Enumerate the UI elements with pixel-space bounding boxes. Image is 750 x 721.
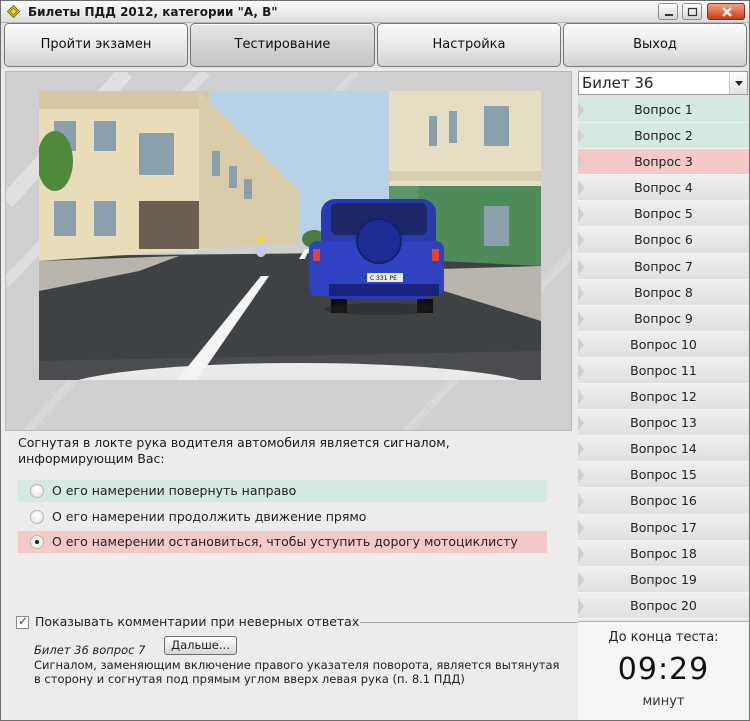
minimize-icon	[665, 14, 673, 16]
maximize-button[interactable]	[682, 3, 702, 20]
sidebar-item-question-9[interactable]: Вопрос 9	[578, 305, 749, 332]
comment-line-1: Сигналом, заменяющим включение правого у…	[34, 658, 560, 672]
timer-label: До конца теста:	[608, 630, 719, 645]
settings-button[interactable]: Настройка	[377, 23, 561, 67]
question-line-2: информирующим Вас:	[18, 451, 165, 466]
radio-icon[interactable]	[30, 484, 44, 498]
close-button[interactable]	[707, 3, 745, 20]
sidebar-item-question-10[interactable]: Вопрос 10	[578, 331, 749, 358]
question-text: Согнутая в локте рука водителя автомобил…	[18, 435, 558, 467]
app-diamond-icon	[7, 5, 20, 18]
timer-value: 09:29	[617, 652, 710, 687]
answer-option-1[interactable]: О его намерении повернуть направо	[18, 480, 547, 502]
answer-label: О его намерении остановиться, чтобы усту…	[52, 534, 518, 549]
answer-label: О его намерении повернуть направо	[52, 483, 297, 498]
sidebar-item-question-3[interactable]: Вопрос 3	[578, 149, 749, 176]
window-title: Билеты ПДД 2012, категории "A, B"	[28, 5, 278, 19]
sidebar-item-question-6[interactable]: Вопрос 6	[578, 227, 749, 254]
sidebar-item-question-8[interactable]: Вопрос 8	[578, 279, 749, 306]
sidebar-item-question-12[interactable]: Вопрос 12	[578, 384, 749, 411]
license-plate-text: С 331 РЕ	[370, 275, 397, 282]
next-button[interactable]: Дальше...	[164, 636, 237, 655]
exit-button[interactable]: Выход	[563, 23, 747, 67]
sidebar-item-question-14[interactable]: Вопрос 14	[578, 436, 749, 463]
show-comments-label[interactable]: Показывать комментарии при неверных отве…	[35, 614, 359, 629]
road-scene-image: С 331 РЕ	[39, 91, 541, 380]
sidebar-item-question-15[interactable]: Вопрос 15	[578, 462, 749, 489]
exam-button[interactable]: Пройти экзамен	[4, 23, 188, 67]
question-list: Вопрос 1 Вопрос 2 Вопрос 3 Вопрос 4 Вопрос 5…	[578, 97, 749, 619]
show-comments-checkbox[interactable]	[16, 614, 29, 629]
sidebar-item-question-19[interactable]: Вопрос 19	[578, 566, 749, 593]
comment-line-2: в сторону и согнутая под прямым углом вв…	[34, 672, 465, 686]
sidebar-item-question-7[interactable]: Вопрос 7	[578, 253, 749, 280]
title-bar: Билеты ПДД 2012, категории "A, B"	[1, 1, 749, 23]
comment-reference: Билет 36 вопрос 7	[34, 643, 146, 657]
timer-unit: минут	[642, 694, 685, 709]
radio-selected-icon[interactable]	[30, 535, 44, 549]
sidebar-item-question-17[interactable]: Вопрос 17	[578, 514, 749, 541]
close-icon	[722, 7, 732, 17]
right-sidebar: Билет 36 Вопрос 1 Вопрос 2 Вопрос 3 Вопрос …	[578, 69, 749, 720]
maximize-icon	[687, 7, 698, 17]
ticket-select-value: Билет 36	[582, 74, 654, 92]
main-toolbar: Пройти экзамен Тестирование Настройка Вы…	[1, 23, 749, 69]
answer-option-3[interactable]: О его намерении остановиться, чтобы усту…	[18, 531, 547, 553]
answer-label: О его намерении продолжить движение прям…	[52, 509, 367, 524]
sidebar-item-question-5[interactable]: Вопрос 5	[578, 201, 749, 228]
sidebar-item-question-4[interactable]: Вопрос 4	[578, 175, 749, 202]
app-window: Билеты ПДД 2012, категории "A, B" Пройти…	[0, 0, 750, 721]
question-line-1: Согнутая в локте рука водителя автомобил…	[18, 435, 450, 450]
ticket-select[interactable]: Билет 36	[578, 71, 748, 95]
testing-button[interactable]: Тестирование	[190, 23, 375, 67]
sidebar-item-question-1[interactable]: Вопрос 1	[578, 97, 749, 124]
comment-text: Сигналом, заменяющим включение правого у…	[34, 658, 574, 686]
sidebar-item-question-20[interactable]: Вопрос 20	[578, 592, 749, 619]
answer-option-2[interactable]: О его намерении продолжить движение прям…	[18, 506, 547, 528]
minimize-button[interactable]	[658, 3, 678, 20]
timer-panel: До конца теста: 09:29 минут	[578, 621, 749, 720]
sidebar-item-question-18[interactable]: Вопрос 18	[578, 540, 749, 567]
radio-icon[interactable]	[30, 510, 44, 524]
sidebar-item-question-11[interactable]: Вопрос 11	[578, 357, 749, 385]
sidebar-item-question-16[interactable]: Вопрос 16	[578, 488, 749, 515]
chevron-down-icon[interactable]	[729, 72, 747, 94]
sidebar-item-question-2[interactable]: Вопрос 2	[578, 123, 749, 150]
question-image-panel: С 331 РЕ	[5, 71, 572, 431]
sidebar-item-question-13[interactable]: Вопрос 13	[578, 410, 749, 437]
